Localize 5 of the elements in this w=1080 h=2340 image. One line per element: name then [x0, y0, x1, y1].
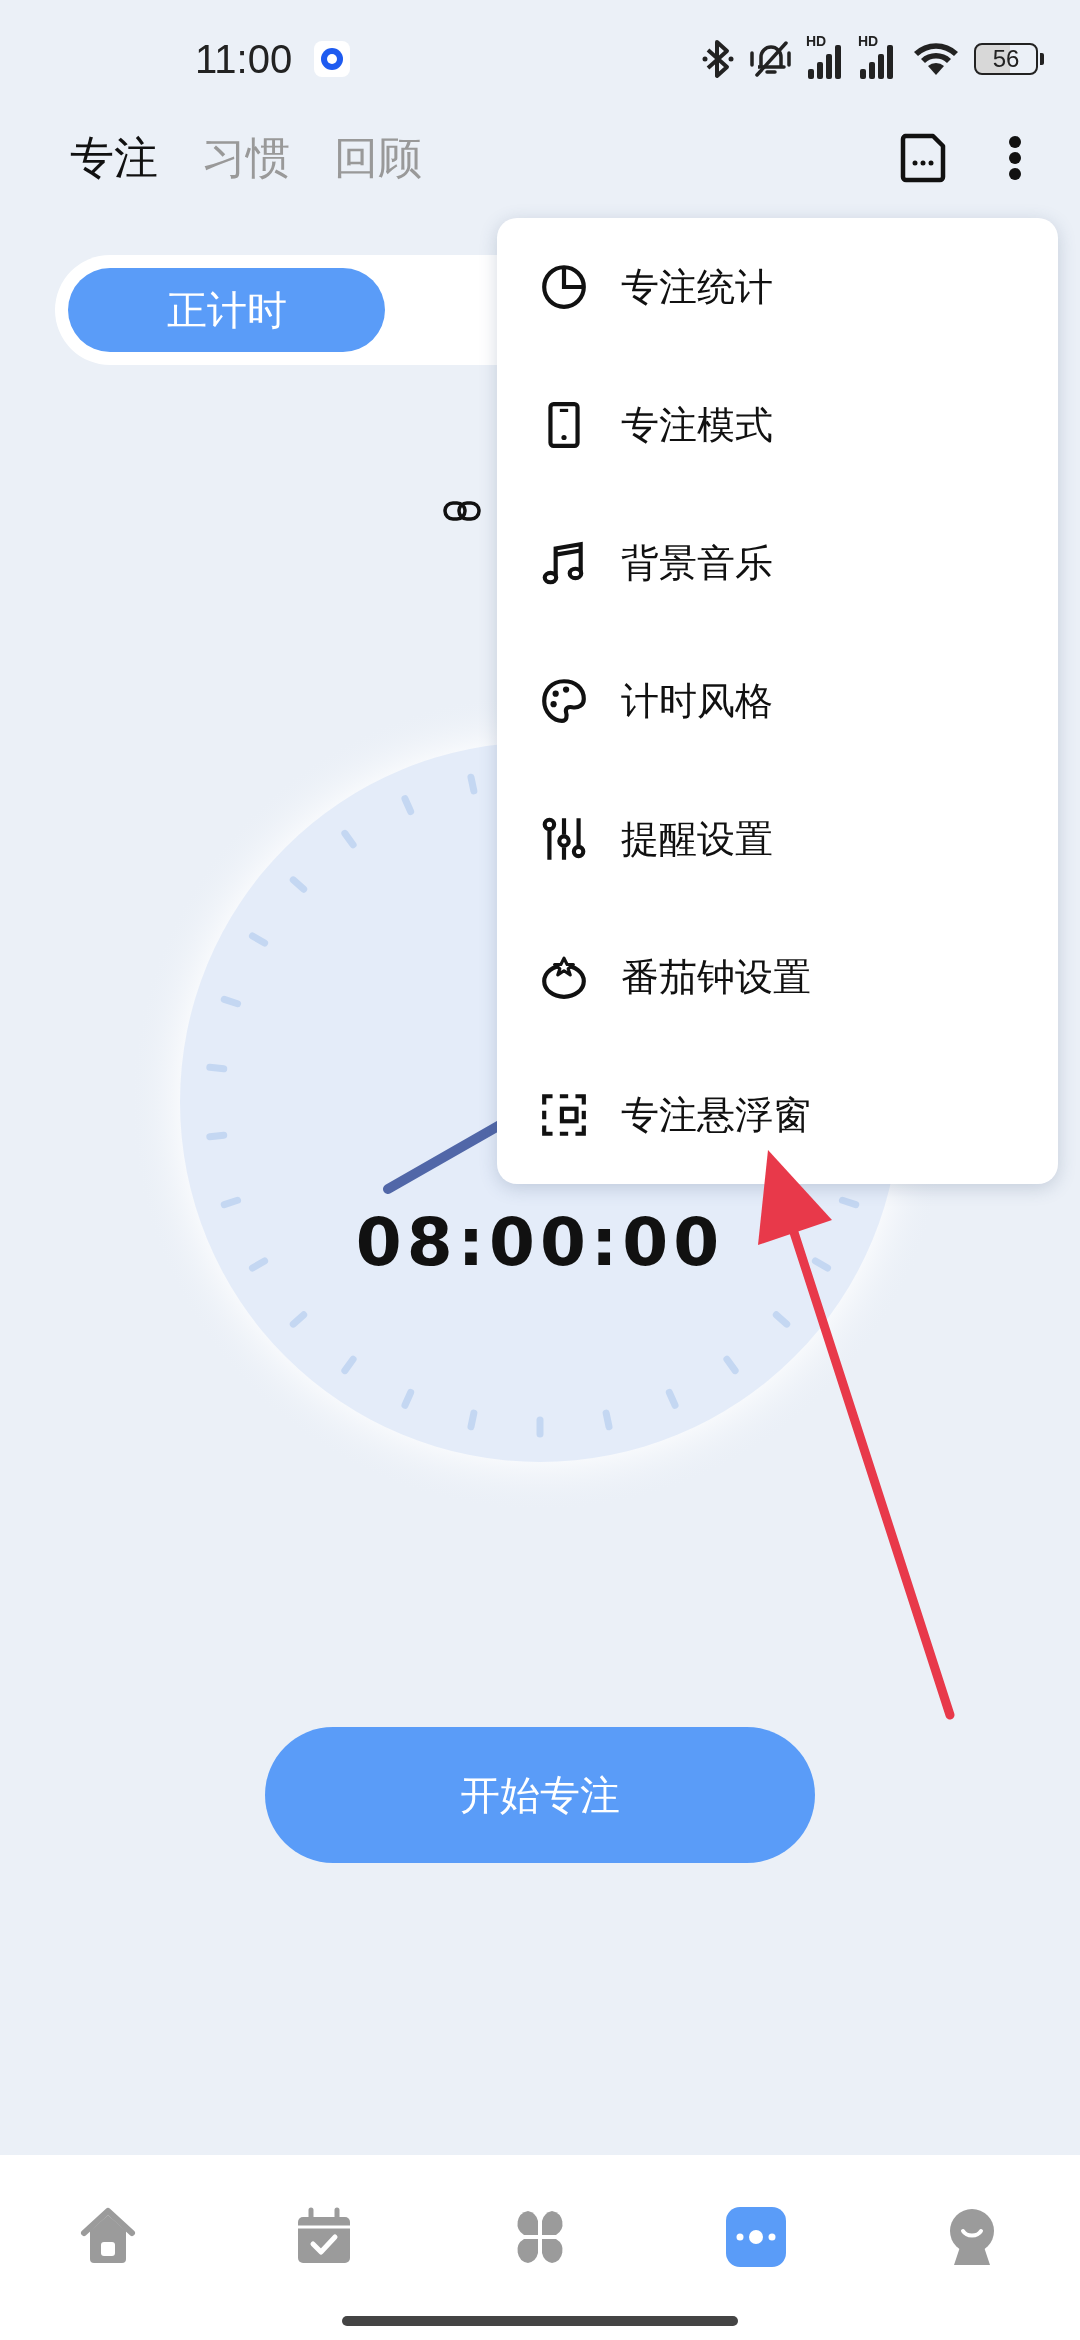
status-time: 11:00 [195, 36, 293, 82]
hd-label: HD [806, 33, 827, 49]
battery-level: 56 [974, 43, 1038, 75]
hd-label: HD [858, 33, 879, 49]
timer-reading: 08:00:00 [355, 1204, 725, 1281]
